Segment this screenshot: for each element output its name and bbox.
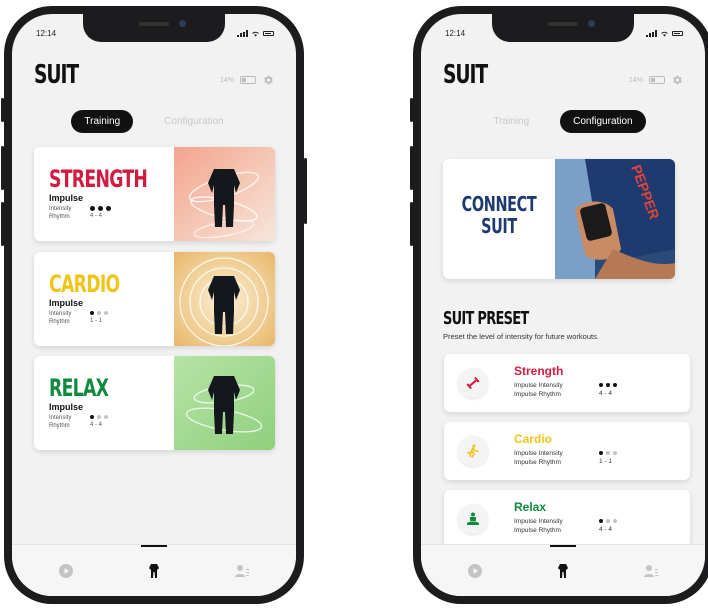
- intensity-dots: [90, 309, 108, 317]
- preset-name: Cardio: [514, 432, 553, 446]
- rhythm-label: Rhythm: [49, 214, 70, 220]
- signal-icon: [237, 29, 248, 37]
- card-subtitle: Impulse: [49, 402, 84, 412]
- gear-icon[interactable]: [262, 74, 274, 86]
- profile-icon[interactable]: [643, 563, 659, 579]
- intensity-dots[interactable]: [599, 381, 617, 389]
- intensity-label: Impulse Intensity: [514, 518, 563, 525]
- connect-photo: PEPPER: [555, 159, 675, 279]
- preset-cardio[interactable]: Cardio Impulse Intensity Impulse Rhythm …: [444, 422, 690, 480]
- notch: [83, 14, 225, 42]
- tab-configuration[interactable]: Configuration: [560, 110, 646, 133]
- dumbbell-icon: [458, 368, 488, 398]
- rhythm-label: Impulse Rhythm: [514, 459, 561, 466]
- gear-icon[interactable]: [671, 74, 683, 86]
- play-icon[interactable]: [58, 563, 74, 579]
- suit-figure-icon: [174, 147, 275, 241]
- screen: 12:14 SUIT 14% Training Configuration ST…: [12, 14, 296, 596]
- intensity-dots[interactable]: [599, 449, 617, 457]
- rhythm-label: Rhythm: [49, 319, 70, 325]
- intensity-label: Impulse Intensity: [514, 382, 563, 389]
- app-header: SUIT 14%: [443, 60, 683, 94]
- rhythm-value: 4 - 4: [90, 213, 103, 219]
- rhythm-label: Impulse Rhythm: [514, 527, 561, 534]
- tab-training[interactable]: Training: [480, 110, 542, 133]
- relax-card[interactable]: RELAX Impulse Intensity Rhythm 4 - 4: [34, 356, 275, 450]
- rhythm-value[interactable]: 4 - 4: [599, 389, 617, 398]
- card-subtitle: Impulse: [49, 193, 84, 203]
- card-title: STRENGTH: [49, 165, 148, 193]
- cardio-card[interactable]: CARDIO Impulse Intensity Rhythm 1 - 1: [34, 252, 275, 346]
- notch: [492, 14, 634, 42]
- volume-up-button: [410, 146, 413, 190]
- runner-icon: [458, 436, 488, 466]
- app-header: SUIT 14%: [34, 60, 274, 94]
- suit-icon[interactable]: [555, 563, 571, 579]
- rhythm-value: 1 - 1: [90, 318, 103, 324]
- rhythm-value: 4 - 4: [90, 422, 103, 428]
- suit-icon[interactable]: [146, 563, 162, 579]
- connect-suit-card[interactable]: CONNECT SUIT PEPPER: [443, 159, 675, 279]
- suit-battery-text: 14%: [219, 76, 234, 84]
- wifi-icon: [661, 31, 668, 36]
- intensity-dots: [90, 413, 108, 421]
- mute-switch: [410, 98, 413, 122]
- wifi-icon: [252, 31, 259, 36]
- profile-icon[interactable]: [234, 563, 250, 579]
- tab-bar: Training Configuration: [12, 110, 296, 133]
- screen: 12:14 SUIT 14% Training Configuration CO…: [421, 14, 705, 596]
- preset-description: Preset the level of intensity for future…: [443, 332, 599, 341]
- preset-relax[interactable]: Relax Impulse Intensity Impulse Rhythm 4…: [444, 490, 690, 548]
- volume-down-button: [410, 202, 413, 246]
- intensity-dots: [90, 204, 111, 212]
- preset-heading: SUIT PRESET: [443, 308, 529, 329]
- suit-battery-text: 14%: [628, 76, 643, 84]
- clock: 12:14: [445, 28, 466, 38]
- suit-figure-icon: [174, 252, 275, 346]
- rhythm-value[interactable]: 4 - 4: [599, 525, 617, 534]
- volume-up-button: [1, 146, 4, 190]
- intensity-label: Intensity: [49, 415, 72, 421]
- intensity-dots[interactable]: [599, 517, 617, 525]
- suit-figure-icon: [174, 356, 275, 450]
- preset-name: Relax: [514, 500, 547, 514]
- app-title: SUIT: [443, 60, 488, 90]
- clock: 12:14: [36, 28, 57, 38]
- bottom-nav: [12, 544, 296, 596]
- signal-icon: [646, 29, 657, 37]
- preset-name: Strength: [514, 364, 564, 378]
- tab-configuration[interactable]: Configuration: [151, 110, 236, 133]
- card-title: CARDIO: [49, 270, 120, 298]
- tab-training[interactable]: Training: [71, 110, 134, 133]
- rhythm-value[interactable]: 1 - 1: [599, 457, 617, 466]
- connect-suit-label: CONNECT SUIT: [461, 192, 537, 238]
- bottom-nav: [421, 544, 705, 596]
- mute-switch: [1, 98, 4, 122]
- battery-status-icon: [263, 30, 274, 36]
- tab-bar: Training Configuration: [421, 110, 705, 133]
- intensity-label: Intensity: [49, 206, 72, 212]
- battery-status-icon: [672, 30, 683, 36]
- suit-battery-icon: [649, 76, 665, 84]
- phone-training: 12:14 SUIT 14% Training Configuration ST…: [1, 6, 307, 604]
- preset-strength[interactable]: Strength Impulse Intensity Impulse Rhyth…: [444, 354, 690, 412]
- intensity-label: Intensity: [49, 311, 72, 317]
- strength-card[interactable]: STRENGTH Impulse Intensity Rhythm 4 - 4: [34, 147, 275, 241]
- rhythm-label: Rhythm: [49, 423, 70, 429]
- nav-indicator: [550, 545, 576, 547]
- power-button: [304, 158, 307, 224]
- phone-configuration: 12:14 SUIT 14% Training Configuration CO…: [410, 6, 708, 604]
- suit-battery-icon: [240, 76, 256, 84]
- volume-down-button: [1, 202, 4, 246]
- meditation-icon: [458, 504, 488, 534]
- rhythm-label: Impulse Rhythm: [514, 391, 561, 398]
- card-subtitle: Impulse: [49, 298, 84, 308]
- intensity-label: Impulse Intensity: [514, 450, 563, 457]
- app-title: SUIT: [34, 60, 79, 90]
- play-icon[interactable]: [467, 563, 483, 579]
- card-title: RELAX: [49, 374, 109, 402]
- nav-indicator: [141, 545, 167, 547]
